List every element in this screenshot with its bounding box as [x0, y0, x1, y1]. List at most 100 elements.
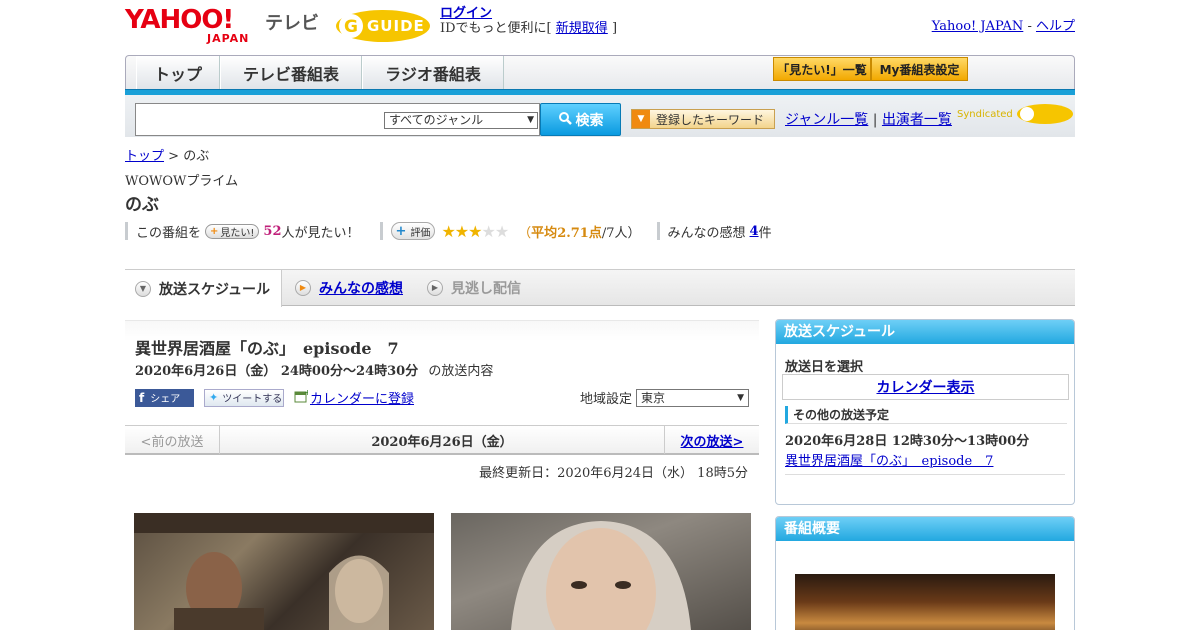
util-separator: - [1023, 19, 1036, 34]
tab-schedule[interactable]: ▼ 放送スケジュール [125, 270, 282, 307]
rating-average: 2.71点 [557, 225, 602, 241]
yahoo-japan-logo-text: JAPAN [207, 32, 250, 45]
nav-tab-label: トップ [153, 65, 202, 84]
breadcrumb-top-link[interactable]: トップ [125, 149, 164, 164]
sidebar-overview-heading: 番組概要 [776, 517, 1074, 541]
facebook-icon: f [139, 390, 145, 405]
link-separator: | [868, 112, 882, 128]
gguide-logo[interactable]: G GUIDE [335, 9, 431, 43]
nav-tab-tv-schedule[interactable]: テレビ番組表 [220, 56, 362, 90]
nav-tab-radio-schedule[interactable]: ラジオ番組表 [362, 56, 504, 90]
facebook-share-label: シェア [150, 394, 181, 405]
region-label: 地域設定 [579, 392, 632, 407]
syndicated-gguide: Syndicated [957, 103, 1074, 125]
impressions-count-link[interactable]: 4 [750, 224, 759, 239]
rating-summary: （平均2.71点/7人） [518, 225, 641, 241]
other-broadcast-link[interactable]: 異世界居酒屋「のぶ」 episode 7 [785, 450, 993, 469]
prev-broadcast-button[interactable]: <前の放送 [125, 426, 220, 454]
nav-tab-top[interactable]: トップ [136, 56, 220, 90]
breadcrumb: トップ > のぶ [125, 145, 209, 164]
impressions-suffix: 件 [758, 225, 772, 241]
login-prefix: IDでもっと便利に[ [440, 21, 552, 36]
twitter-bird-icon: ✦ [209, 391, 219, 404]
login-suffix: ] [611, 21, 618, 36]
facebook-share-button[interactable]: f シェア [135, 388, 194, 407]
keyword-button-label: 登録したキーワード [656, 112, 765, 127]
mitai-button[interactable]: + 見たい! [205, 223, 260, 239]
rate-button[interactable]: + 評価 [390, 222, 436, 240]
search-button[interactable]: 検索 [540, 103, 621, 136]
login-link[interactable]: ログイン [440, 6, 492, 21]
episode-title: 異世界居酒屋「のぶ」 episode 7 [135, 339, 399, 358]
mitai-suffix: 人が見たい！ [281, 225, 360, 241]
next-broadcast-label[interactable]: 次の放送> [681, 431, 744, 450]
next-broadcast-link[interactable]: 次の放送> [664, 426, 759, 454]
triangle-down-icon: ▼ [632, 110, 650, 128]
stats-separator [656, 222, 660, 240]
yahoo-japan-link[interactable]: Yahoo! JAPAN [932, 19, 1024, 34]
utility-links: Yahoo! JAPAN - ヘルプ [932, 15, 1075, 34]
help-link[interactable]: ヘルプ [1036, 19, 1075, 34]
episode-photo [134, 513, 434, 630]
broadcast-pager: <前の放送 2020年6月26日（金） 次の放送> [125, 425, 759, 455]
svg-text:G: G [344, 17, 358, 37]
mitai-count: 52 [263, 223, 282, 239]
episode-date-suffix: の放送内容 [428, 364, 494, 379]
plus-icon: + [210, 225, 219, 237]
episode-header: 異世界居酒屋「のぶ」 episode 7 2020年6月26日（金） 24時00… [125, 320, 759, 412]
genre-selected-value: すべてのジャンル [389, 113, 484, 127]
tab-impressions-label: みんなの感想 [319, 280, 403, 297]
stats-separator [125, 222, 128, 240]
calendar-register[interactable]: + カレンダーに登録 [294, 388, 414, 407]
calendar-register-link[interactable]: カレンダーに登録 [310, 388, 414, 407]
region-setting: 地域設定 東京 ▼ [580, 388, 749, 407]
tab-missed-streaming[interactable]: ▶ 見逃し配信 [427, 270, 521, 305]
tab-impressions[interactable]: ▶ みんなの感想 [295, 270, 403, 305]
genre-list-link[interactable]: ジャンル一覧 [785, 112, 868, 128]
nav-tab-label: テレビ番組表 [242, 65, 339, 84]
sidebar-schedule-heading: 放送スケジュール [776, 320, 1074, 344]
mitai-button-label: 見たい! [220, 227, 255, 239]
divider [785, 474, 1065, 475]
search-button-label: 検索 [575, 112, 604, 129]
star-rating-icon: ★★★★★ [441, 221, 509, 241]
sidebar-schedule-box: 放送スケジュール 放送日を選択 カレンダー表示 その他の放送予定 2020年6月… [775, 319, 1075, 505]
pager-current-date: 2020年6月26日（金） [371, 434, 513, 450]
dropdown-arrow-icon: ▼ [737, 392, 744, 403]
stats-prefix: この番組を [136, 225, 202, 241]
yahoo-logo[interactable]: YAHOO! [125, 7, 234, 33]
calendar-display-label[interactable]: カレンダー表示 [877, 377, 975, 397]
search-area: すべてのジャンル ▼ 検索 ▼ 登録したキーワード ジャンル一覧 | 出演者一覧… [125, 95, 1075, 137]
tab-missed-label: 見逃し配信 [451, 280, 521, 297]
play-arrow-icon: ▶ [295, 279, 311, 296]
program-stats: この番組を + 見たい! 52 人が見たい！ + 評価 ★★★★★ （平均2.71点/… [125, 221, 772, 241]
sidebar-overview-box: 番組概要 [775, 516, 1075, 630]
program-key-visual [795, 574, 1055, 630]
episode-photo [451, 513, 751, 630]
genre-select[interactable]: すべてのジャンル ▼ [384, 112, 538, 129]
other-broadcasts-label: その他の放送予定 [785, 406, 1067, 424]
breadcrumb-current: のぶ [183, 149, 210, 164]
share-row: f シェア ✦ ツイートする + カレンダーに登録 [135, 388, 414, 407]
impressions-prefix: みんなの感想 [667, 225, 746, 241]
chevron-down-icon: ▼ [135, 280, 151, 297]
syndicated-text: Syndicated [957, 108, 1013, 120]
mitai-list-button[interactable]: 「見たい!」一覧 [773, 57, 871, 81]
signup-link[interactable]: 新規取得 [556, 21, 608, 36]
nav-tab-label: ラジオ番組表 [385, 65, 481, 84]
performers-list-link[interactable]: 出演者一覧 [882, 112, 952, 128]
rating-avg-label: 平均 [531, 225, 558, 241]
rating-people: /7人） [601, 225, 641, 241]
search-links: ジャンル一覧 | 出演者一覧 [785, 109, 952, 129]
header: YAHOO! JAPAN テレビ G GUIDE ログイン IDでもっと便利に[… [125, 5, 1075, 51]
my-schedule-settings-button[interactable]: My番組表設定 [871, 57, 968, 81]
tweet-button[interactable]: ✦ ツイートする [204, 388, 284, 407]
calendar-display-button[interactable]: カレンダー表示 [782, 374, 1069, 400]
episode-air-time: 2020年6月26日（金） 24時00分～24時30分 の放送内容 [135, 360, 493, 379]
select-date-label: 放送日を選択 [785, 360, 864, 375]
region-selected-value: 東京 [641, 390, 666, 405]
program-title: のぶ [125, 195, 159, 215]
tweet-button-label: ツイートする [222, 394, 283, 405]
region-select[interactable]: 東京 ▼ [636, 388, 749, 407]
registered-keyword-button[interactable]: ▼ 登録したキーワード [631, 109, 775, 129]
